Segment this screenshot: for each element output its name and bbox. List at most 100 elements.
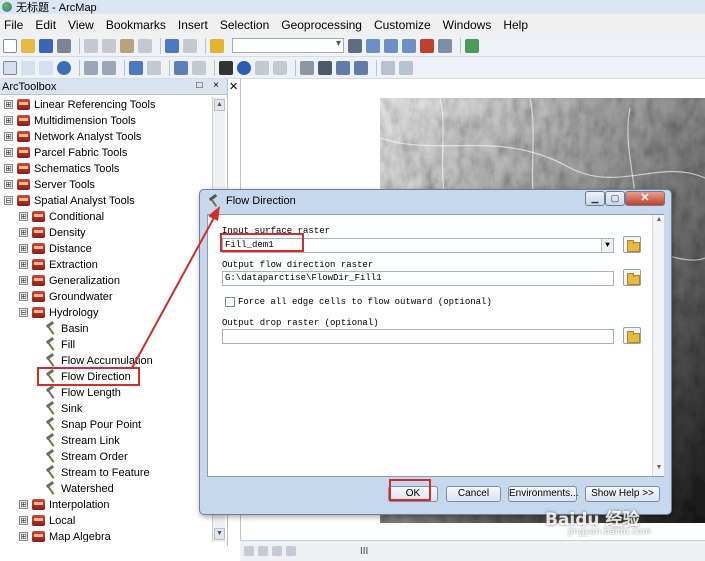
tool-flow-length[interactable]: Flow Length (44, 385, 121, 400)
python-window-icon[interactable] (438, 38, 452, 53)
expand-icon[interactable]: ⊞ (19, 276, 28, 285)
browse-input-folder-icon[interactable] (623, 236, 641, 253)
select-features-icon[interactable] (174, 60, 188, 75)
open-folder-icon[interactable] (21, 38, 35, 53)
horizontal-scroll-handle[interactable]: III (360, 546, 368, 557)
collapse-icon[interactable]: ⊟ (4, 196, 13, 205)
browse-drop-folder-icon[interactable] (623, 327, 641, 344)
cut-icon[interactable] (84, 38, 98, 53)
menu-bookmarks[interactable]: Bookmarks (106, 18, 166, 32)
undo-icon[interactable] (165, 38, 179, 53)
scroll-up-icon[interactable]: ▲ (214, 99, 225, 111)
add-data-icon[interactable] (210, 38, 224, 53)
map-scale-combobox[interactable] (232, 38, 344, 53)
expand-icon[interactable]: ⊞ (19, 500, 28, 509)
pause-drawing-icon[interactable] (286, 546, 296, 556)
find-icon[interactable] (318, 60, 332, 75)
copy-icon[interactable] (102, 38, 116, 53)
measure-icon[interactable] (300, 60, 314, 75)
expand-icon[interactable]: ⊞ (19, 260, 28, 269)
toolset-extraction[interactable]: ⊞ Extraction (19, 257, 98, 272)
toolset-local[interactable]: ⊞ Local (19, 513, 75, 528)
model-builder-icon[interactable] (465, 38, 479, 53)
toolset-conditional[interactable]: ⊞ Conditional (19, 209, 104, 224)
toolset-linear-referencing[interactable]: ⊞ Linear Referencing Tools (4, 97, 155, 112)
html-popup-icon[interactable] (273, 60, 287, 75)
expand-icon[interactable]: ⊞ (4, 132, 13, 141)
toolset-density[interactable]: ⊞ Density (19, 225, 86, 240)
force-edge-checkbox[interactable] (225, 297, 235, 307)
clear-selection-icon[interactable] (192, 60, 206, 75)
tool-watershed[interactable]: Watershed (44, 481, 114, 496)
tool-stream-order[interactable]: Stream Order (44, 449, 128, 464)
scroll-down-icon[interactable]: ▼ (654, 464, 664, 471)
menu-edit[interactable]: Edit (35, 18, 56, 32)
menu-geoprocessing[interactable]: Geoprocessing (281, 18, 362, 32)
expand-icon[interactable]: ⊞ (4, 164, 13, 173)
show-help-button[interactable]: Show Help >> (585, 486, 660, 502)
arctoolbox-icon[interactable] (420, 38, 434, 53)
select-elements-icon[interactable] (219, 60, 233, 75)
toolset-parcel-fabric[interactable]: ⊞ Parcel Fabric Tools (4, 145, 127, 160)
environments-button[interactable]: Environments... (508, 486, 578, 502)
layout-view-icon[interactable] (244, 546, 254, 556)
tool-flow-direction[interactable]: Flow Direction (37, 367, 140, 386)
tool-stream-to-feature[interactable]: Stream to Feature (44, 465, 150, 480)
toolset-interpolation[interactable]: ⊞ Interpolation (19, 497, 110, 512)
tool-stream-link[interactable]: Stream Link (44, 433, 120, 448)
find-route-icon[interactable] (336, 60, 350, 75)
create-viewer-icon[interactable] (399, 60, 413, 75)
chevron-down-icon[interactable]: ▼ (601, 239, 613, 252)
menu-windows[interactable]: Windows (443, 18, 492, 32)
table-of-contents-icon[interactable] (366, 38, 380, 53)
go-back-icon[interactable] (129, 60, 143, 75)
go-forward-icon[interactable] (147, 60, 161, 75)
output-flow-field[interactable]: G:\dataparctise\FlowDir_Fill1 (222, 271, 614, 286)
fixed-zoom-in-icon[interactable] (84, 60, 98, 75)
expand-icon[interactable]: ⊞ (19, 228, 28, 237)
zoom-in-icon[interactable] (3, 60, 17, 75)
tool-basin[interactable]: Basin (44, 321, 89, 336)
menu-selection[interactable]: Selection (220, 18, 269, 32)
menu-file[interactable]: File (4, 18, 23, 32)
toolset-hydrology[interactable]: ⊟ Hydrology (19, 305, 99, 320)
expand-icon[interactable]: ⊞ (4, 116, 13, 125)
fixed-zoom-out-icon[interactable] (102, 60, 116, 75)
toolset-spatial-analyst[interactable]: ⊟ Spatial Analyst Tools (4, 193, 135, 208)
pan-icon[interactable] (39, 60, 53, 75)
refresh-icon[interactable] (272, 546, 282, 556)
scroll-up-icon[interactable]: ▲ (654, 216, 664, 223)
toolset-multidimension[interactable]: ⊞ Multidimension Tools (4, 113, 136, 128)
toolset-distance[interactable]: ⊞ Distance (19, 241, 92, 256)
toolset-groundwater[interactable]: ⊞ Groundwater (19, 289, 113, 304)
menu-customize[interactable]: Customize (374, 18, 431, 32)
cancel-button[interactable]: Cancel (446, 486, 501, 502)
menu-view[interactable]: View (68, 18, 94, 32)
hyperlink-icon[interactable] (255, 60, 269, 75)
collapse-icon[interactable]: ⊟ (19, 308, 28, 317)
time-slider-icon[interactable] (381, 60, 395, 75)
paste-icon[interactable] (120, 38, 134, 53)
expand-icon[interactable]: ⊞ (19, 292, 28, 301)
close-button[interactable]: ✕ (625, 191, 665, 206)
editor-toolbar-icon[interactable] (348, 38, 362, 53)
expand-icon[interactable]: ⊞ (19, 532, 28, 541)
catalog-window-icon[interactable] (384, 38, 398, 53)
tool-sink[interactable]: Sink (44, 401, 82, 416)
arctoolbox-window-controls[interactable]: □ × (196, 80, 223, 91)
menu-insert[interactable]: Insert (178, 18, 208, 32)
zoom-out-icon[interactable] (21, 60, 35, 75)
go-to-xy-icon[interactable] (354, 60, 368, 75)
minimize-button[interactable]: ▁ (585, 191, 605, 206)
identify-icon[interactable] (237, 60, 251, 75)
new-document-icon[interactable] (3, 38, 17, 53)
toolset-map-algebra[interactable]: ⊞ Map Algebra (19, 529, 111, 542)
full-extent-icon[interactable] (57, 60, 71, 75)
expand-icon[interactable]: ⊞ (19, 212, 28, 221)
search-window-icon[interactable] (402, 38, 416, 53)
tool-flow-accumulation[interactable]: Flow Accumulation (44, 353, 153, 368)
browse-output-folder-icon[interactable] (623, 269, 641, 286)
toolset-schematics[interactable]: ⊞ Schematics Tools (4, 161, 119, 176)
dialog-scrollbar[interactable]: ▲ ▼ (652, 215, 664, 476)
menu-help[interactable]: Help (503, 18, 528, 32)
